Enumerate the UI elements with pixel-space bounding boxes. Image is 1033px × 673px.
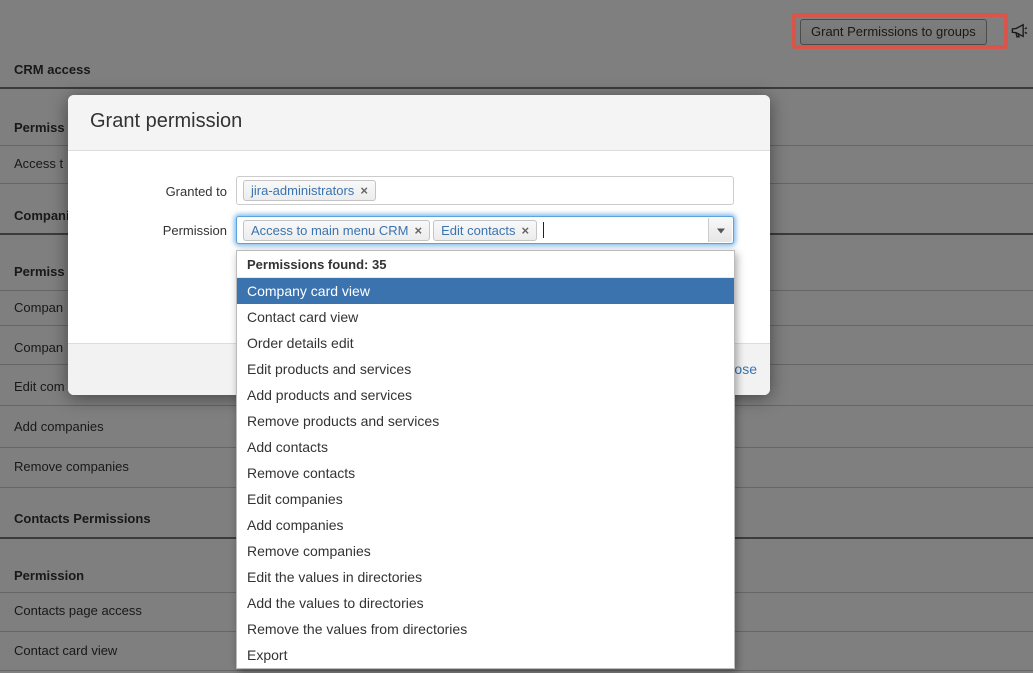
- dropdown-item[interactable]: Add companies: [237, 512, 734, 538]
- dropdown-item[interactable]: Edit companies: [237, 486, 734, 512]
- remove-tag-icon[interactable]: ×: [415, 223, 423, 238]
- dropdown-toggle-button[interactable]: [708, 218, 732, 242]
- dropdown-header: Permissions found: 35: [237, 251, 734, 278]
- dropdown-item[interactable]: Add contacts: [237, 434, 734, 460]
- dropdown-item[interactable]: Edit products and services: [237, 356, 734, 382]
- tag-label: Edit contacts: [441, 223, 515, 238]
- dropdown-item[interactable]: Add the values to directories: [237, 590, 734, 616]
- permissions-dropdown: Permissions found: 35 Company card view …: [236, 250, 735, 669]
- dropdown-item[interactable]: Add products and services: [237, 382, 734, 408]
- dropdown-item[interactable]: Export: [237, 642, 734, 668]
- dropdown-item[interactable]: Remove companies: [237, 538, 734, 564]
- dropdown-item[interactable]: Remove the values from directories: [237, 616, 734, 642]
- dropdown-item[interactable]: Company card view: [237, 278, 734, 304]
- tag-label: jira-administrators: [251, 183, 354, 198]
- dropdown-item[interactable]: Order details edit: [237, 330, 734, 356]
- dialog-title: Grant permission: [90, 110, 242, 133]
- permission-label: Permission: [68, 223, 227, 238]
- text-caret: [543, 222, 544, 238]
- chevron-down-icon: [717, 229, 725, 234]
- permission-input[interactable]: Access to main menu CRM × Edit contacts …: [236, 216, 734, 244]
- dropdown-item[interactable]: Contact card view: [237, 304, 734, 330]
- permission-tag: Edit contacts ×: [433, 220, 537, 241]
- granted-to-tag: jira-administrators ×: [243, 180, 376, 201]
- tag-label: Access to main menu CRM: [251, 223, 409, 238]
- granted-to-label: Granted to: [68, 184, 227, 199]
- granted-to-input[interactable]: jira-administrators ×: [236, 176, 734, 205]
- dropdown-item[interactable]: Remove products and services: [237, 408, 734, 434]
- permission-tag: Access to main menu CRM ×: [243, 220, 430, 241]
- remove-tag-icon[interactable]: ×: [522, 223, 530, 238]
- remove-tag-icon[interactable]: ×: [360, 183, 368, 198]
- dialog-header: Grant permission: [68, 95, 770, 151]
- dropdown-item[interactable]: Edit the values in directories: [237, 564, 734, 590]
- annotation-highlight-box: [792, 13, 1008, 49]
- dropdown-item[interactable]: Remove contacts: [237, 460, 734, 486]
